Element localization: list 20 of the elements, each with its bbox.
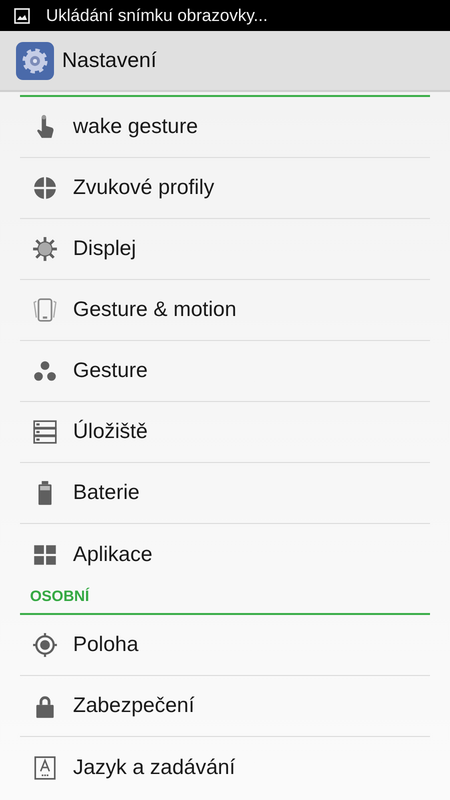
brightness-icon <box>32 236 58 262</box>
notification-text: Ukládání snímku obrazovky... <box>46 4 268 27</box>
settings-item[interactable]: Zabezpečení <box>20 676 430 737</box>
settings-app-icon[interactable] <box>16 42 54 80</box>
section-header: OSOBNÍ <box>20 581 430 615</box>
storage-icon <box>32 419 58 445</box>
settings-item[interactable]: Gesture <box>20 341 430 402</box>
settings-item[interactable]: Úložiště <box>20 402 430 463</box>
settings-item[interactable]: Displej <box>20 219 430 280</box>
screen-title: Nastavení <box>62 48 157 74</box>
settings-item[interactable]: Jazyk a zadávání <box>20 737 430 798</box>
settings-item[interactable]: Gesture & motion <box>20 280 430 341</box>
keyboard-letter-icon <box>32 754 58 780</box>
settings-item[interactable]: Poloha <box>20 615 430 676</box>
phone-tilt-icon <box>32 297 58 323</box>
image-icon <box>14 8 30 24</box>
settings-item[interactable]: Baterie <box>20 463 430 524</box>
settings-item[interactable]: Zvukové profily <box>20 158 430 219</box>
location-icon <box>32 632 58 658</box>
settings-item[interactable]: wake gesture <box>20 97 430 158</box>
